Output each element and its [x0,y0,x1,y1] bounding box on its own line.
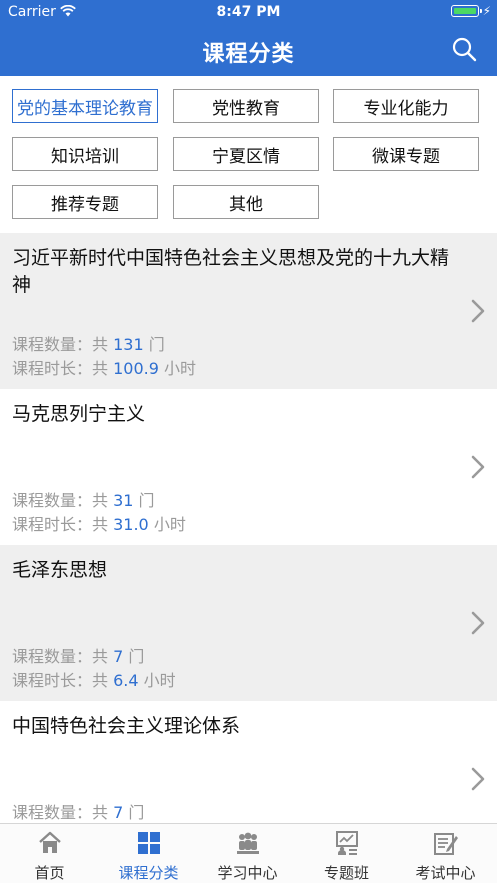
chevron-right-icon [471,455,485,479]
course-title: 马克思列宁主义 [12,403,146,425]
list-item[interactable]: 中国特色社会主义理论体系 课程数量：共 7 门 [0,701,497,823]
list-item[interactable]: 毛泽东思想 课程数量：共 7 门 课程时长：共 6.4 小时 [0,545,497,701]
search-icon[interactable] [451,36,477,62]
course-hours: 课程时长：共 100.9 小时 [12,359,197,378]
chevron-right-icon [471,299,485,323]
grid-icon [138,832,160,854]
tab-home[interactable]: 首页 [0,824,99,884]
course-count: 课程数量：共 7 门 [12,647,145,666]
course-hours: 课程时长：共 6.4 小时 [12,671,176,690]
course-title: 毛泽东思想 [12,559,108,581]
category-button-other[interactable]: 其他 [173,185,319,219]
course-title: 中国特色社会主义理论体系 [12,715,241,737]
course-list: 习近平新时代中国特色社会主义思想及党的十九大精神 课程数量：共 131 门 课程… [0,233,497,823]
course-count: 课程数量：共 131 门 [12,335,165,354]
category-button-micro[interactable]: 微课专题 [333,137,479,171]
presentation-icon [336,831,358,855]
tab-exam-center[interactable]: 考试中心 [396,824,495,884]
course-hours: 课程时长：共 31.0 小时 [12,515,186,534]
category-button-professional[interactable]: 专业化能力 [333,89,479,123]
course-title: 习近平新时代中国特色社会主义思想及党的十九大精神 [12,247,450,296]
battery-icon [451,5,482,17]
chevron-right-icon [471,611,485,635]
tab-special-class[interactable]: 专题班 [297,824,396,884]
page-title: 课程分类 [202,42,295,67]
category-button-party-theory[interactable]: 党的基本理论教育 [12,89,158,123]
course-count: 课程数量：共 31 门 [12,491,155,510]
tab-label: 首页 [34,864,65,882]
category-grid: 党的基本理论教育 党性教育 专业化能力 知识培训 宁夏区情 微课专题 推荐专题 … [0,76,497,233]
tab-course-categories[interactable]: 课程分类 [99,824,198,884]
tab-label: 专题班 [323,864,369,882]
list-item[interactable]: 马克思列宁主义 课程数量：共 31 门 课程时长：共 31.0 小时 [0,389,497,545]
course-count: 课程数量：共 7 门 [12,803,145,822]
people-icon [237,832,259,854]
clock: 8:47 PM [216,4,281,20]
exam-icon [434,833,458,855]
charging-icon: ⚡ [482,4,491,18]
home-icon [39,831,61,853]
tab-label: 课程分类 [118,864,179,882]
chevron-right-icon [471,767,485,791]
tab-learning-center[interactable]: 学习中心 [198,824,297,884]
nav-bar: 课程分类 [0,24,497,76]
list-item[interactable]: 习近平新时代中国特色社会主义思想及党的十九大精神 课程数量：共 131 门 课程… [0,233,497,389]
category-button-party-spirit[interactable]: 党性教育 [173,89,319,123]
status-bar: Carrier 8:47 PM ⚡ [0,0,497,24]
category-button-ningxia[interactable]: 宁夏区情 [173,137,319,171]
category-button-knowledge[interactable]: 知识培训 [12,137,158,171]
category-button-recommended[interactable]: 推荐专题 [12,185,158,219]
tab-label: 学习中心 [217,864,278,882]
tab-bar: 首页 课程分类 学习中心 专题班 考试中心 [0,823,497,883]
tab-label: 考试中心 [415,864,476,882]
